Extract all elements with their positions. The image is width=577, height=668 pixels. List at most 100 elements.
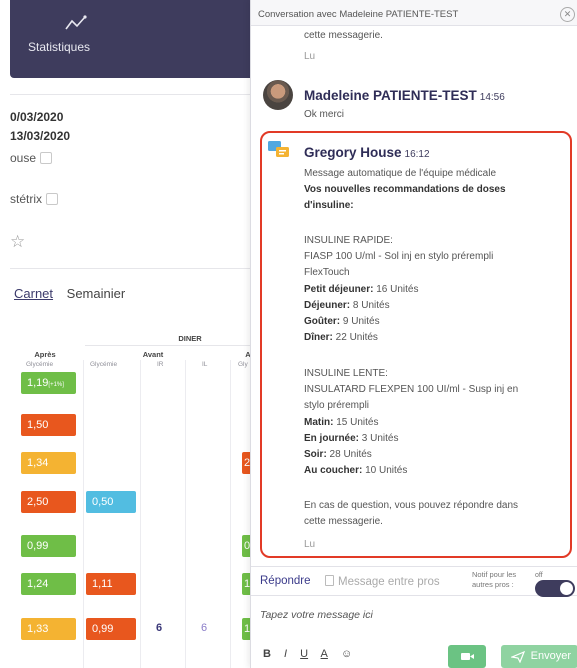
glycemia-cell[interactable]: 0 [242,535,250,557]
sender-name: Gregory House [304,145,402,160]
column-separator [230,360,231,668]
field-one-label: ouse [10,151,37,165]
glycemia-extra: [+1%] [48,382,64,388]
field-one: ouse [10,151,53,165]
field-two-label: stétrix [10,192,43,206]
conversation-panel: Conversation avec Madeleine PATIENTE-TES… [250,0,577,668]
divider [85,345,250,346]
text-color-button[interactable]: A [321,648,328,660]
glycemia-cell[interactable]: 1,33 [21,618,76,640]
dose-line: Petit déjeuner: 16 Unités [304,282,419,297]
edit-icon[interactable] [40,152,53,164]
format-toolbar: B I U A ☺ [263,648,362,660]
message-line-bold: d'insuline: [304,200,354,211]
glycemia-cell[interactable]: 0,50 [86,491,136,513]
view-tabs: Carnet Semainier [14,286,125,301]
dose-line: Déjeuner: 8 Unités [304,298,390,313]
tab-semainier[interactable]: Semainier [67,286,126,301]
sender-name: Madeleine PATIENTE-TEST [304,88,477,103]
emoji-button[interactable]: ☺ [341,648,352,660]
message-line: INSULATARD FLEXPEN 100 UI/ml - Susp inj … [304,384,519,395]
dose-label: Petit déjeuner: [304,284,374,295]
conversation-header: Conversation avec Madeleine PATIENTE-TES… [251,0,577,26]
avatar [263,80,293,110]
group-header-diner: DINER [178,334,202,343]
ir-dose[interactable]: 6 [156,622,162,634]
notify-pros-toggle[interactable] [535,580,575,597]
statistics-tile[interactable]: Statistiques [10,0,250,78]
glycemia-cell[interactable]: 2,50 [21,491,76,513]
il-dose[interactable]: 6 [201,622,207,634]
paper-plane-icon [511,651,525,663]
message-input[interactable] [260,604,570,626]
tab-message-pros[interactable]: Message entre pros [325,575,440,588]
send-button[interactable]: Envoyer [501,645,577,668]
glycemia-cell[interactable]: 0,99 [86,618,136,640]
glycemia-cell[interactable]: 1,19[+1%] [21,372,76,394]
subheader-glycemie: Glycémie [90,361,118,368]
close-button[interactable]: ✕ [560,7,575,22]
glycemia-cell[interactable]: 2 [242,452,250,474]
column-header-apres: Après [34,350,56,359]
glycemia-cell[interactable]: 1,24 [21,573,76,595]
message-time: 14:56 [479,92,505,103]
message-line: FIASP 100 U/ml - Sol inj en stylo prérem… [304,251,494,262]
column-separator [185,360,186,668]
dose-value: 28 Unités [326,449,372,460]
subheader-il: IL [202,361,208,368]
chart-line-icon [65,15,87,30]
glycemia-cell[interactable]: 1 [242,618,250,640]
glycemia-cell[interactable]: 1,11 [86,573,136,595]
read-receipt: Lu [304,51,316,62]
dose-value: 16 Unités [373,284,419,295]
send-label: Envoyer [530,650,571,662]
message-sender: Gregory House 16:12 [304,145,430,160]
medical-team-icon [268,141,289,157]
dose-label: Déjeuner: [304,300,351,311]
dose-value: 8 Unités [350,300,390,311]
edit-icon[interactable] [46,193,59,205]
dose-label: Goûter: [304,316,341,327]
dose-value: 9 Unités [340,316,380,327]
field-two: stétrix [10,192,59,206]
message-line: En cas de question, vous pouvez répondre… [304,500,519,511]
dose-value: 15 Unités [333,417,379,428]
toggle-state-label: off [535,572,543,579]
statistics-label: Statistiques [28,40,91,54]
glycemia-cell[interactable]: 1,50 [21,414,76,436]
video-call-button[interactable] [448,645,486,668]
message-line: stylo prérempli [304,400,370,411]
column-separator [83,360,84,668]
message-text: Ok merci [304,109,344,120]
underline-button[interactable]: U [300,648,308,660]
tab-reply[interactable]: Répondre [260,575,311,587]
date-end: 13/03/2020 [10,129,71,143]
star-icon[interactable]: ☆ [10,232,25,252]
bold-button[interactable]: B [263,648,271,660]
document-icon [325,575,334,586]
message-sender: Madeleine PATIENTE-TEST 14:56 [304,88,505,103]
column-separator [140,360,141,668]
subheader-ir: IR [157,361,164,368]
column-header-a: A [245,350,250,359]
dose-line: Soir: 28 Unités [304,447,372,462]
glycemia-cell[interactable]: 1 [242,573,250,595]
message-line: cette messagerie. [304,516,383,527]
tab-carnet[interactable]: Carnet [14,286,53,301]
message-line: FlexTouch [304,267,350,278]
dose-label: Soir: [304,449,327,460]
conversation-title: Conversation avec Madeleine PATIENTE-TES… [258,9,459,20]
message-line: INSULINE RAPIDE: [304,235,393,246]
message-line: Message automatique de l'équipe médicale [304,168,497,179]
previous-message-tail: cette messagerie. [304,30,383,41]
glycemia-cell[interactable]: 1,34 [21,452,76,474]
date-start: 0/03/2020 [10,110,64,124]
dose-value: 3 Unités [359,433,399,444]
dose-line: Au coucher: 10 Unités [304,463,407,478]
message-line-bold: Vos nouvelles recommandations de doses [304,184,506,195]
dose-label: Dîner: [304,332,333,343]
dose-line: Goûter: 9 Unités [304,314,380,329]
glycemia-cell[interactable]: 0,99 [21,535,76,557]
italic-button[interactable]: I [284,648,287,660]
dose-label: En journée: [304,433,360,444]
